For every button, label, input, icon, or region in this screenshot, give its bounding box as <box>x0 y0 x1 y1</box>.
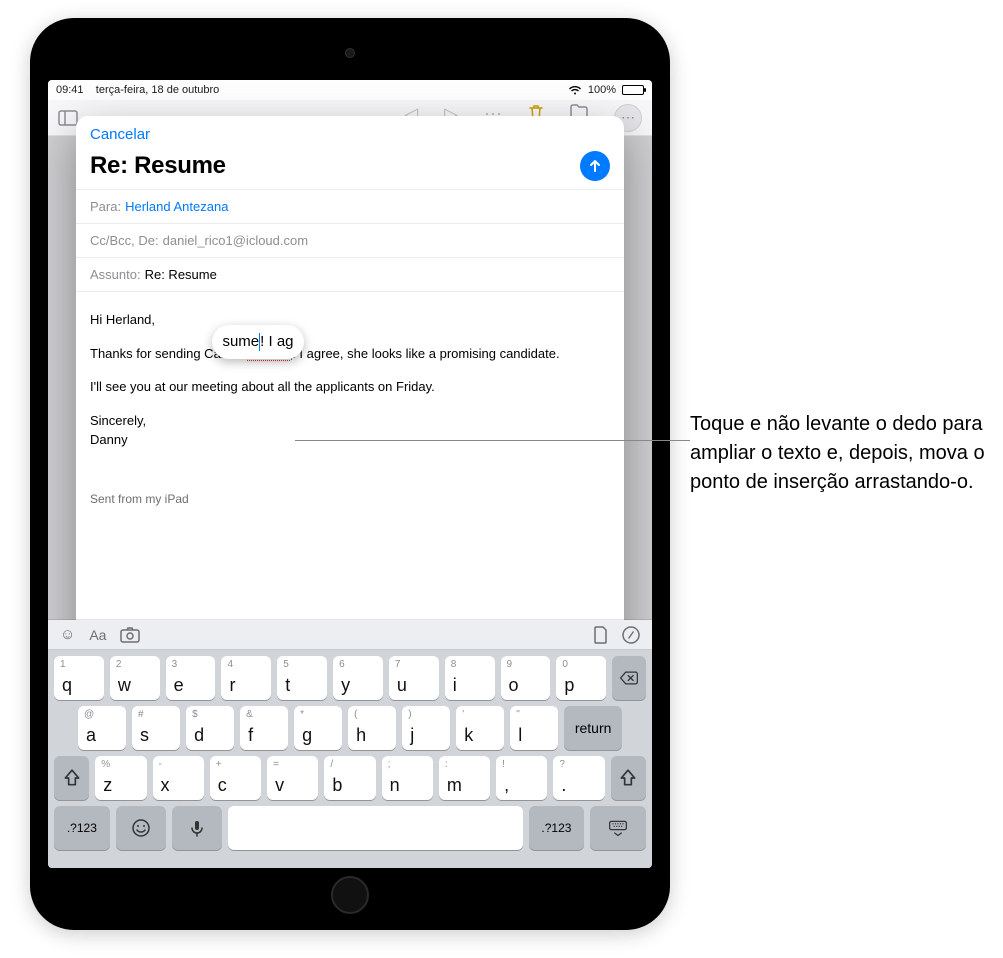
key-o[interactable]: 9o <box>501 656 551 700</box>
body-sign2: Danny <box>90 432 128 447</box>
hide-keyboard-key[interactable] <box>590 806 646 850</box>
to-field[interactable]: Para: Herland Antezana <box>76 189 624 223</box>
shift-key-left[interactable] <box>54 756 89 800</box>
return-key[interactable]: return <box>564 706 622 750</box>
key-y[interactable]: 6y <box>333 656 383 700</box>
numbers-key-left[interactable]: .?123 <box>54 806 110 850</box>
key-v[interactable]: =v <box>267 756 318 800</box>
body-signoff: Sincerely, Danny <box>90 411 610 450</box>
emoji-button[interactable]: ☺ <box>60 626 75 643</box>
key-k[interactable]: 'k <box>456 706 504 750</box>
key-h[interactable]: (h <box>348 706 396 750</box>
body-paragraph-1: Thanks for sending Carol's résume! I agr… <box>90 344 610 364</box>
emoji-key[interactable] <box>116 806 166 850</box>
to-value[interactable]: Herland Antezana <box>125 199 228 214</box>
key-,[interactable]: !, <box>496 756 547 800</box>
cc-field[interactable]: Cc/Bcc, De: daniel_rico1@icloud.com <box>76 223 624 257</box>
key-i[interactable]: 8i <box>445 656 495 700</box>
key-d[interactable]: $d <box>186 706 234 750</box>
status-date: terça-feira, 18 de outubro <box>96 84 220 96</box>
format-button[interactable]: Aa <box>89 627 106 643</box>
key-z[interactable]: %z <box>95 756 146 800</box>
backspace-key[interactable] <box>612 656 646 700</box>
to-label: Para: <box>90 199 121 214</box>
compose-body[interactable]: sume! I ag Hi Herland, Thanks for sendin… <box>76 291 624 540</box>
sidebar-icon <box>58 110 78 126</box>
battery-icon <box>622 85 644 95</box>
key-b[interactable]: /b <box>324 756 375 800</box>
document-button[interactable] <box>594 626 608 644</box>
cc-value: daniel_rico1@icloud.com <box>163 233 308 248</box>
keyboard-row-3: %z-x+c=v/b;n:m!,?. <box>52 756 648 800</box>
key-j[interactable]: )j <box>402 706 450 750</box>
body-paragraph-2: I'll see you at our meeting about all th… <box>90 377 610 397</box>
markup-button[interactable] <box>622 626 640 644</box>
battery-pct: 100% <box>588 84 616 96</box>
key-e[interactable]: 3e <box>166 656 216 700</box>
key-m[interactable]: :m <box>439 756 490 800</box>
keyboard-row-4: .?123 .?123 <box>52 806 648 850</box>
shift-key-right[interactable] <box>611 756 646 800</box>
key-p[interactable]: 0p <box>556 656 606 700</box>
key-a[interactable]: @a <box>78 706 126 750</box>
numbers-key-right[interactable]: .?123 <box>529 806 585 850</box>
camera-button[interactable] <box>120 627 140 643</box>
key-c[interactable]: +c <box>210 756 261 800</box>
body-sign1: Sincerely, <box>90 413 146 428</box>
body-signature: Sent from my iPad <box>90 490 610 508</box>
keyboard: ☺ Aa 1q2w3e4r5t6y7u8i9o0p @a <box>48 620 652 868</box>
body-p1-b: ! I agree, she looks like a promising ca… <box>292 346 559 361</box>
callout-leader-line <box>295 440 690 441</box>
send-button[interactable] <box>580 151 610 181</box>
subject-value: Re: Resume <box>145 267 217 282</box>
key-r[interactable]: 4r <box>221 656 271 700</box>
key-n[interactable]: ;n <box>382 756 433 800</box>
status-time: 09:41 <box>56 84 84 96</box>
key-u[interactable]: 7u <box>389 656 439 700</box>
key-l[interactable]: "l <box>510 706 558 750</box>
key-w[interactable]: 2w <box>110 656 160 700</box>
body-greeting: Hi Herland, <box>90 310 610 330</box>
screen: 09:41 terça-feira, 18 de outubro 100% ◁ <box>48 80 652 868</box>
status-bar: 09:41 terça-feira, 18 de outubro 100% <box>48 80 652 100</box>
status-left: 09:41 terça-feira, 18 de outubro <box>56 84 219 96</box>
callout-text: Toque e não levante o dedo para ampliar … <box>690 410 990 497</box>
keyboard-row-1: 1q2w3e4r5t6y7u8i9o0p <box>52 656 648 700</box>
text-magnifier: sume! I ag <box>212 325 304 359</box>
cancel-button[interactable]: Cancelar <box>90 126 150 143</box>
compose-title: Re: Resume <box>90 152 226 180</box>
key-q[interactable]: 1q <box>54 656 104 700</box>
space-key[interactable] <box>228 806 523 850</box>
key-.[interactable]: ?. <box>553 756 604 800</box>
loupe-text-b: ! I ag <box>260 331 293 354</box>
key-s[interactable]: #s <box>132 706 180 750</box>
key-x[interactable]: -x <box>153 756 204 800</box>
ipad-device-frame: 09:41 terça-feira, 18 de outubro 100% ◁ <box>30 18 670 930</box>
home-button[interactable] <box>331 876 369 914</box>
front-camera <box>345 48 355 58</box>
subject-field[interactable]: Assunto: Re: Resume <box>76 257 624 291</box>
keyboard-row-2: @a#s$d&f*g(h)j'k"lreturn <box>52 706 648 750</box>
keyboard-toolbar: ☺ Aa <box>48 620 652 650</box>
dictation-key[interactable] <box>172 806 222 850</box>
cc-label: Cc/Bcc, De: <box>90 233 159 248</box>
status-right: 100% <box>568 84 644 96</box>
loupe-text-a: sume <box>222 331 259 354</box>
key-g[interactable]: *g <box>294 706 342 750</box>
key-t[interactable]: 5t <box>277 656 327 700</box>
key-f[interactable]: &f <box>240 706 288 750</box>
wifi-icon <box>568 85 582 95</box>
subject-label: Assunto: <box>90 267 141 282</box>
